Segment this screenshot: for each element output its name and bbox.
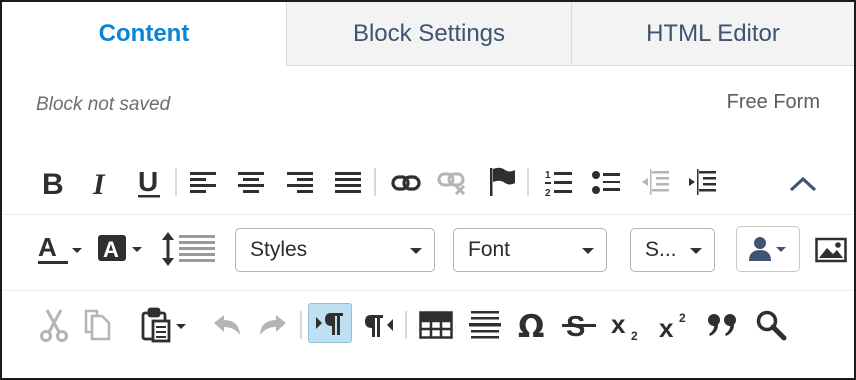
blockquote-icon[interactable] (704, 306, 742, 344)
svg-text:2: 2 (545, 188, 551, 198)
svg-text:1: 1 (545, 170, 551, 181)
svg-text:A: A (103, 237, 119, 262)
undo-icon (210, 308, 244, 342)
tab-html-editor[interactable]: HTML Editor (571, 2, 854, 66)
size-select[interactable]: S... (630, 228, 715, 272)
chevron-down-icon (582, 248, 594, 254)
anchor-flag-icon[interactable] (486, 164, 518, 200)
svg-text:U: U (138, 166, 158, 197)
svg-text:2: 2 (679, 311, 686, 325)
align-left-icon[interactable] (188, 168, 218, 198)
copy-icon (82, 306, 114, 344)
tab-content[interactable]: Content (2, 2, 286, 66)
rtl-direction-icon[interactable] (360, 306, 398, 344)
ltr-direction-icon[interactable] (308, 303, 352, 343)
svg-text:B: B (42, 168, 64, 197)
tab-block-settings[interactable]: Block Settings (286, 2, 571, 66)
table-icon[interactable] (418, 308, 454, 342)
special-char-omega-icon[interactable]: Ω (514, 306, 554, 344)
merge-field-button[interactable] (736, 226, 800, 272)
editor-panel: Content Block Settings HTML Editor Block… (0, 0, 856, 380)
svg-text:A: A (38, 232, 57, 262)
user-icon (749, 237, 786, 261)
strikethrough-icon[interactable]: S (560, 306, 598, 344)
styles-select[interactable]: Styles (235, 228, 435, 272)
svg-text:I: I (92, 168, 106, 197)
indent-icon[interactable] (686, 166, 718, 200)
font-select[interactable]: Font (453, 228, 607, 272)
chevron-down-icon (410, 248, 422, 254)
redo-icon (256, 308, 290, 342)
text-color-icon[interactable]: A (38, 230, 84, 270)
block-mode-label: Free Form (726, 91, 820, 113)
unlink-icon (436, 168, 468, 198)
image-icon[interactable] (814, 230, 848, 270)
italic-icon[interactable]: I (86, 164, 116, 200)
subscript-icon[interactable]: x2 (608, 306, 646, 344)
align-right-icon[interactable] (285, 168, 315, 198)
paste-icon[interactable] (138, 306, 190, 344)
bulleted-list-icon[interactable] (590, 166, 622, 200)
size-select-value: S... (645, 238, 677, 261)
cut-icon (38, 306, 70, 344)
svg-text:Ω: Ω (518, 309, 544, 341)
underline-icon[interactable]: U (132, 164, 166, 200)
svg-text:x: x (659, 313, 674, 341)
chevron-down-icon (690, 248, 702, 254)
align-center-icon[interactable] (236, 168, 266, 198)
save-status-text: Block not saved (36, 94, 171, 115)
superscript-icon[interactable]: x2 (656, 306, 694, 344)
numbered-list-icon[interactable]: 12 (542, 166, 574, 200)
font-select-value: Font (468, 238, 511, 261)
svg-text:2: 2 (631, 329, 638, 341)
align-justify-icon[interactable] (333, 168, 363, 198)
bold-icon[interactable]: B (36, 164, 70, 200)
outdent-icon (639, 166, 671, 200)
styles-select-value: Styles (250, 238, 308, 261)
svg-text:x: x (611, 309, 626, 339)
background-color-icon[interactable]: A (98, 230, 146, 270)
find-icon[interactable] (752, 306, 790, 344)
tab-bar: Content Block Settings HTML Editor (2, 2, 854, 66)
line-height-icon[interactable] (162, 228, 218, 270)
horizontal-rule-icon[interactable] (467, 306, 503, 344)
collapse-chevron-icon[interactable] (786, 168, 820, 200)
link-icon[interactable] (390, 168, 422, 198)
